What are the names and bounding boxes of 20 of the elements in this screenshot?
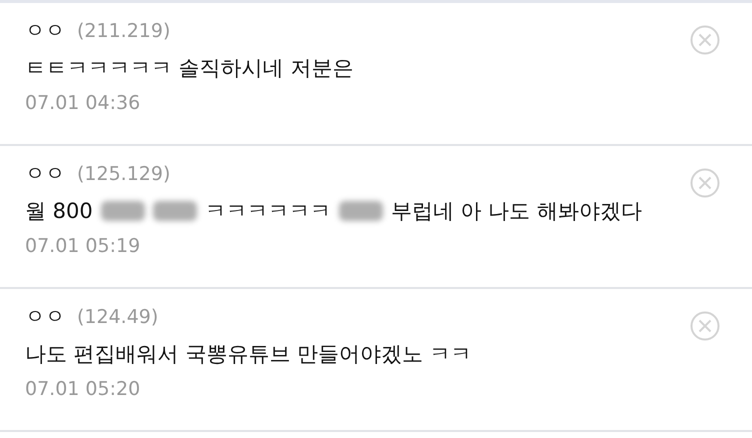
comment-text: 월 800 — [25, 198, 93, 225]
nickname: ㅇㅇ — [25, 17, 65, 44]
ip-address: (125.129) — [77, 163, 170, 185]
timestamp: 07.01 04:36 — [25, 92, 142, 114]
blurred-text — [152, 201, 197, 221]
ip-address: (124.49) — [77, 306, 158, 328]
delete-icon[interactable] — [690, 25, 720, 55]
comment-text: ㅌㅌㅋㅋㅋㅋㅋ 솔직하시네 저분은 — [25, 55, 354, 82]
comment-text: 나도 편집배워서 국뽕유튜브 만들어야겠노 ㅋㅋ — [25, 341, 472, 368]
timestamp: 07.01 05:19 — [25, 235, 142, 257]
blurred-text — [100, 201, 145, 221]
comment-text: 부럽네 아 나도 해봐야겠다 — [390, 198, 642, 225]
comment-text: ㅋㅋㅋㅋㅋㅋ — [204, 198, 331, 225]
nickname: ㅇㅇ — [25, 303, 65, 330]
ip-address: (211.219) — [77, 20, 170, 42]
blurred-text — [338, 201, 383, 221]
nickname: ㅇㅇ — [25, 160, 65, 187]
delete-icon[interactable] — [690, 168, 720, 198]
timestamp: 07.01 05:20 — [25, 378, 142, 400]
delete-icon[interactable] — [690, 311, 720, 341]
